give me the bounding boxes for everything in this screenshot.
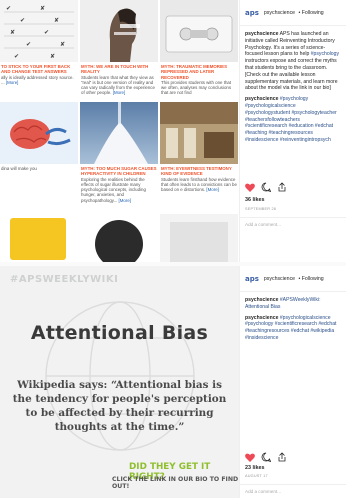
like-count[interactable]: 36 likes — [245, 197, 264, 203]
tile-sugar: Myth: Too much sugar causes hyperactivit… — [80, 102, 158, 203]
more-link[interactable]: [More] — [206, 187, 218, 192]
follow-status[interactable]: • Following — [297, 276, 324, 282]
tile-image-brain — [0, 102, 78, 164]
tile-image-face-portrait — [80, 0, 158, 62]
tile-answers: ✔ ✘ ✔ ✘ ✘ ✔ ✔ ✘ ✔ ✘ To stick to your first ba… — [0, 0, 78, 85]
tile-eyewitness: Myth: Eyewitness testimony kind of evide… — [160, 102, 238, 192]
svg-text:✔: ✔ — [26, 41, 31, 48]
tile-image-cassette — [160, 0, 238, 62]
poster-quote: Wikipedia says: “Attentional bias is the… — [12, 379, 227, 433]
tile-image-answer-sheet: ✔ ✘ ✔ ✘ ✘ ✔ ✔ ✘ ✔ ✘ — [0, 0, 78, 62]
tile-reality: Myth: We are in touch with reality Studen… — [80, 0, 158, 96]
poster-cta-link: CLICK THE LINK IN OUR BIO TO FIND OUT! — [112, 476, 239, 490]
account-name[interactable]: psychscience — [264, 276, 295, 282]
comment-hashtags[interactable]: #psychology #psychologicalscience #psych… — [245, 96, 337, 143]
post-date: SEPTEMBER 28 — [245, 207, 277, 211]
tile-image-dark — [80, 214, 158, 262]
tile-body: dina will make you — [1, 166, 37, 171]
instagram-post-attentional-bias: #APSWEEKLYWIKI Attentional Bias Wikipedi… — [0, 266, 346, 498]
caption-hashtag[interactable]: #psychology — [311, 51, 339, 57]
more-link[interactable]: [More] — [119, 198, 131, 203]
more-link[interactable]: [More] — [113, 90, 125, 95]
caption-username[interactable]: psychscience — [245, 31, 278, 37]
comment-icon[interactable] — [261, 182, 271, 192]
tile-image-light — [160, 214, 238, 262]
caption-text-cont: instructors expose and correct the myths… — [245, 58, 338, 92]
post-image-poster[interactable]: #APSWEEKLYWIKI Attentional Bias Wikipedi… — [0, 266, 239, 498]
tile-image-sugar — [80, 102, 158, 164]
post-actions — [245, 452, 287, 462]
svg-text:✘: ✘ — [40, 5, 45, 12]
tile-heading: Myth: We are in touch with reality — [81, 64, 149, 75]
tile-heading: Myth: Too much sugar causes hyperactivit… — [81, 166, 157, 177]
tile-body: Exploring the realities behind the effec… — [81, 176, 146, 203]
svg-text:✘: ✘ — [10, 29, 15, 36]
svg-text:✔: ✔ — [6, 5, 11, 12]
tile-light — [160, 214, 238, 262]
svg-text:✘: ✘ — [60, 41, 65, 48]
like-count[interactable]: 23 likes — [245, 465, 264, 471]
share-icon[interactable] — [277, 452, 287, 462]
comment-username[interactable]: psychscience — [245, 315, 278, 321]
post-side-panel: aps psychscience • Following psychscienc… — [239, 266, 346, 498]
tile-memories: Myth: Traumatic memories repressed and l… — [160, 0, 238, 96]
following-label[interactable]: Following — [302, 276, 324, 282]
svg-text:✘: ✘ — [50, 53, 55, 60]
post-actions — [245, 182, 287, 192]
poster-hashtag: #APSWEEKLYWIKI — [10, 274, 119, 285]
following-label[interactable]: Following — [302, 10, 324, 16]
account-name[interactable]: psychscience — [264, 10, 295, 16]
comment: psychscience #psychologicalscience #psyc… — [245, 315, 341, 342]
tile-dark — [80, 214, 158, 262]
aps-logo-icon[interactable]: aps — [245, 275, 259, 283]
tile-yellow — [0, 214, 78, 262]
comment-icon[interactable] — [261, 452, 271, 462]
follow-status[interactable]: • Following — [297, 10, 324, 16]
svg-text:✘: ✘ — [54, 17, 59, 24]
post-image-collage[interactable]: ✔ ✘ ✔ ✘ ✘ ✔ ✔ ✘ ✔ ✘ To stick to your first ba… — [0, 0, 239, 262]
tile-brain: dina will make you — [0, 102, 78, 171]
tile-image-courtroom — [160, 102, 238, 164]
post-date: AUGUST 17 — [245, 474, 268, 478]
comment-username[interactable]: psychscience — [245, 96, 278, 102]
tile-heading: Myth: Traumatic memories repressed and l… — [161, 64, 228, 80]
tile-heading: Myth: Eyewitness testimony kind of evide… — [161, 166, 232, 177]
instagram-post-myths: ✔ ✘ ✔ ✘ ✘ ✔ ✔ ✘ ✔ ✘ To stick to your first ba… — [0, 0, 346, 262]
tile-heading: To stick to your first back and change t… — [1, 64, 71, 75]
post-side-panel: aps psychscience • Following psychscienc… — [239, 0, 346, 262]
svg-text:✔: ✔ — [44, 29, 49, 36]
post-caption: psychscience #APSWeeklyWiki: Attentional… — [240, 292, 346, 347]
comment: psychscience #psychology #psychologicals… — [245, 96, 341, 144]
heart-icon[interactable] — [245, 183, 255, 192]
aps-logo-icon[interactable]: aps — [245, 9, 259, 17]
more-link[interactable]: [More] — [6, 80, 18, 85]
poster-title: Attentional Bias — [30, 322, 209, 344]
post-header: aps psychscience • Following — [240, 266, 346, 292]
post-caption: psychscience APS has launched an initiat… — [240, 26, 346, 149]
tile-image-yellow — [0, 214, 78, 262]
caption-username[interactable]: psychscience — [245, 297, 278, 303]
heart-icon[interactable] — [245, 453, 255, 462]
tile-body: This provides students with one that we … — [161, 79, 232, 96]
tile-body: Students learn firsthand how evidence th… — [161, 176, 237, 193]
svg-text:✔: ✔ — [20, 17, 25, 24]
post-header: aps psychscience • Following — [240, 0, 346, 26]
add-comment-input[interactable]: Add a comment... — [240, 217, 346, 231]
svg-text:✔: ✔ — [14, 53, 19, 60]
share-icon[interactable] — [277, 182, 287, 192]
add-comment-input[interactable]: Add a comment... — [240, 484, 346, 498]
